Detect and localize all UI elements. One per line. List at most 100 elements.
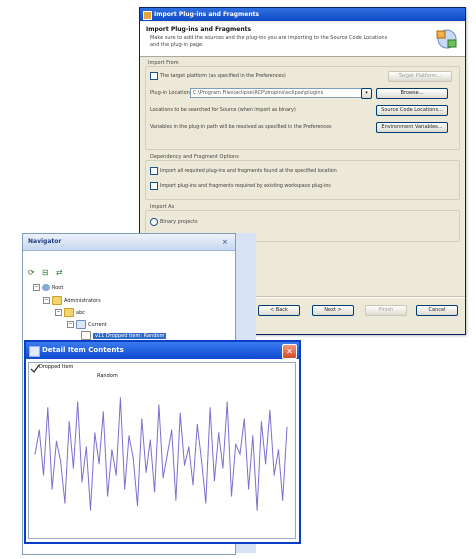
data-point — [273, 474, 275, 476]
data-point — [235, 443, 237, 445]
dependency-options-group — [145, 160, 460, 200]
data-point — [89, 509, 92, 511]
detail-title: Detail Item Contents — [42, 346, 124, 354]
tree-item-current[interactable]: − Current — [67, 320, 107, 329]
data-point — [72, 467, 74, 469]
data-point — [243, 418, 245, 420]
link-editor-icon[interactable]: ⇄ — [56, 268, 65, 277]
chart-frame: Dropped Item Random — [28, 362, 296, 539]
data-point — [81, 481, 83, 483]
data-point — [141, 418, 143, 420]
collapse-icon[interactable]: − — [55, 309, 62, 316]
data-point — [85, 446, 87, 448]
data-point — [213, 480, 215, 482]
data-point — [94, 432, 96, 434]
data-point — [260, 421, 262, 423]
wizard-app-icon — [143, 11, 152, 20]
binary-projects-radio[interactable] — [150, 218, 158, 226]
random-line-chart — [34, 397, 288, 511]
target-platform-label: The target platform (as specified in the… — [160, 73, 286, 79]
data-point — [162, 477, 164, 479]
data-point — [132, 457, 134, 459]
detail-app-icon — [29, 346, 40, 357]
back-button[interactable]: < Back — [258, 305, 300, 316]
collapse-icon[interactable]: − — [33, 284, 40, 291]
data-point — [98, 463, 100, 465]
data-point — [154, 491, 156, 493]
close-icon[interactable]: ✕ — [282, 344, 297, 359]
option-import-required-checkbox[interactable] — [150, 167, 158, 175]
environment-label: Variables in the plug-in path will be re… — [150, 124, 332, 130]
collapse-icon[interactable]: − — [43, 297, 50, 304]
data-point — [230, 495, 233, 497]
data-point — [239, 453, 241, 455]
data-point — [47, 407, 49, 409]
target-platform-button[interactable]: Target Platform... — [388, 71, 452, 82]
plugin-location-dropdown[interactable]: ▾ — [361, 88, 372, 99]
binary-projects-label: Binary projects — [160, 219, 198, 225]
wizard-title: Import Plug-ins and Fragments — [154, 11, 260, 18]
option-import-existing-checkbox[interactable] — [150, 182, 158, 190]
option-import-required-label: Import all required plug-ins and fragmen… — [160, 168, 337, 174]
collapse-icon[interactable]: − — [67, 321, 74, 328]
plugin-location-combo[interactable]: C:\Program Files\eclipse\RCP\dropins\ecl… — [190, 88, 362, 98]
cancel-button[interactable]: Cancel — [416, 305, 458, 316]
data-point — [277, 449, 280, 451]
data-point — [248, 488, 250, 490]
data-point — [77, 401, 79, 403]
tree-item-abc[interactable]: − abc — [55, 308, 85, 317]
detail-item-dialog: Detail Item Contents ✕ Dropped Item Rand… — [24, 340, 301, 544]
data-point — [183, 464, 186, 466]
item-icon — [81, 331, 91, 340]
data-point — [136, 505, 139, 507]
tree-item-dropped-random[interactable]: v11 Dropped Item: Random — [81, 331, 167, 340]
folder-icon — [64, 308, 74, 317]
data-point — [149, 439, 151, 441]
collapse-all-icon[interactable]: ⊟ — [42, 268, 51, 277]
tree-item-administrators[interactable]: − Administrators — [43, 296, 101, 305]
data-point — [64, 502, 66, 504]
data-point — [145, 471, 147, 473]
data-point — [286, 426, 288, 428]
finish-button[interactable]: Finish — [365, 305, 407, 316]
data-point — [158, 404, 160, 406]
next-button[interactable]: Next > — [312, 305, 354, 316]
data-point — [51, 488, 53, 490]
series-line-random — [34, 397, 288, 511]
data-point — [107, 495, 109, 497]
data-point — [218, 432, 220, 434]
data-point — [42, 474, 45, 476]
refresh-icon[interactable]: ⟳ — [28, 268, 37, 277]
folder-icon — [52, 296, 62, 305]
tree-item-root[interactable]: − Root — [33, 284, 63, 291]
data-point — [256, 509, 258, 511]
data-point — [124, 488, 126, 490]
data-point — [68, 421, 70, 423]
plugin-location-label: Plug-in Location: — [150, 90, 192, 96]
data-point — [188, 446, 190, 448]
wizard-header: Import Plug-ins and Fragments Make sure … — [140, 22, 465, 57]
data-point — [265, 463, 267, 465]
data-point — [166, 453, 168, 455]
detail-titlebar[interactable]: Detail Item Contents ✕ — [26, 342, 299, 359]
environment-variables-button[interactable]: Environment Variables... — [376, 122, 448, 133]
browse-button[interactable]: Browse... — [376, 88, 448, 99]
data-point — [34, 453, 36, 455]
option-import-existing-label: Import plug-ins and fragments required b… — [160, 183, 331, 189]
data-point — [209, 407, 211, 409]
source-code-locations-button[interactable]: Source Code Locations... — [376, 105, 448, 116]
data-point — [171, 429, 173, 431]
navigator-titlebar: Navigator × — [23, 234, 235, 251]
navigator-close-icon[interactable]: × — [222, 238, 230, 246]
data-point — [55, 440, 57, 442]
data-point — [128, 435, 130, 437]
data-point — [38, 429, 40, 431]
data-point — [119, 397, 121, 399]
plugin-banner-icon — [436, 29, 457, 49]
navigator-title: Navigator — [28, 238, 62, 245]
wizard-titlebar[interactable]: Import Plug-ins and Fragments — [140, 8, 465, 21]
data-point — [201, 460, 203, 462]
data-point — [192, 484, 194, 486]
data-point — [252, 435, 254, 437]
target-platform-checkbox[interactable] — [150, 72, 158, 80]
